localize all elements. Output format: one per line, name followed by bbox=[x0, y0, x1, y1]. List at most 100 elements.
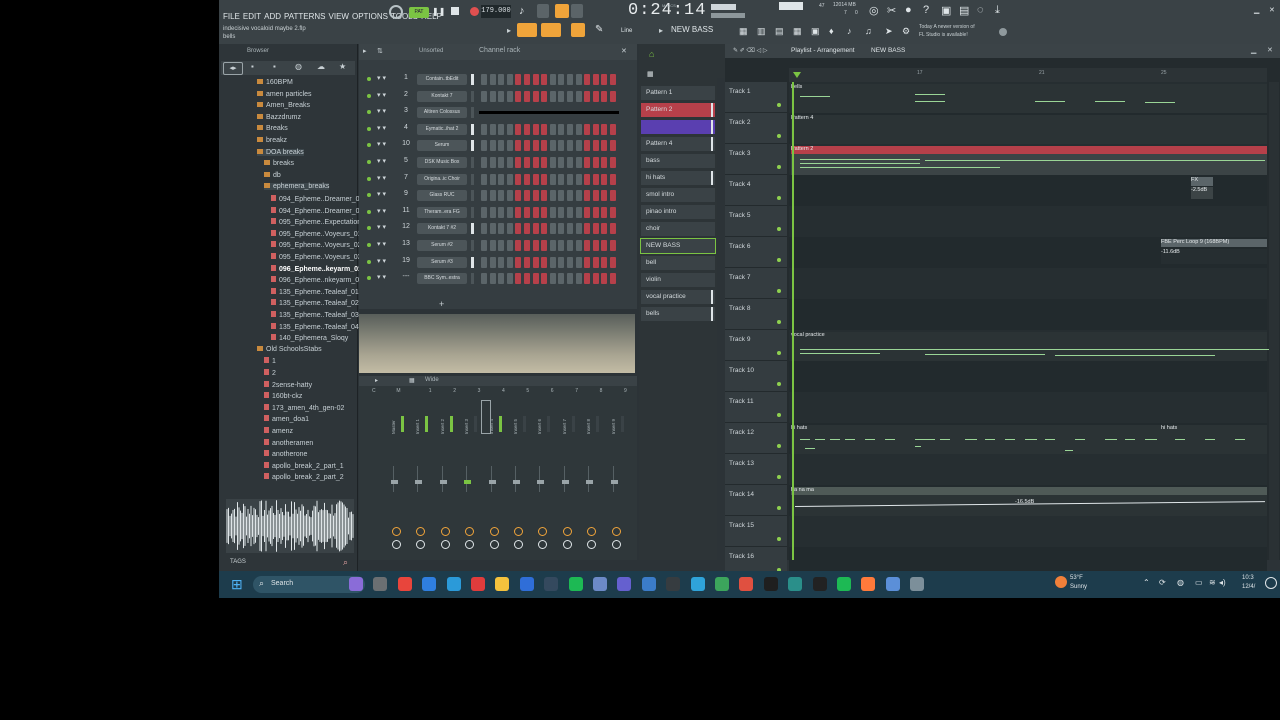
pattern-item[interactable]: Pattern 1 bbox=[641, 86, 715, 100]
step-button[interactable] bbox=[610, 223, 616, 235]
menu-add[interactable]: ADD bbox=[264, 12, 281, 21]
channel-row[interactable]: ▾ ▾ 3 Altiren Colossus bbox=[359, 106, 637, 120]
browser-file[interactable]: 173_amen_4th_gen-02 bbox=[264, 403, 344, 412]
volume-fader[interactable] bbox=[488, 466, 502, 492]
step-button[interactable] bbox=[524, 190, 530, 202]
browser-folder[interactable]: amen particles bbox=[257, 90, 312, 98]
channel-select[interactable] bbox=[471, 140, 474, 152]
send-knob-icon[interactable] bbox=[489, 527, 499, 536]
track-header[interactable]: Track 13 bbox=[725, 454, 787, 485]
step-button[interactable] bbox=[489, 190, 496, 202]
mixer-view-label[interactable]: Wide bbox=[425, 377, 439, 383]
track-mute-led[interactable] bbox=[777, 320, 781, 324]
browser-file[interactable]: 095_Epheme..Voyeurs_01 bbox=[271, 229, 362, 238]
browser-file[interactable]: 135_Epheme..Tealeaf_02 bbox=[271, 299, 359, 307]
record-icon[interactable] bbox=[470, 7, 479, 16]
step-button[interactable] bbox=[549, 140, 556, 152]
mixer-strip[interactable]: Insert 8 bbox=[584, 402, 604, 552]
send-knob-icon[interactable] bbox=[514, 527, 523, 536]
play-icon[interactable]: ❚❚ bbox=[432, 7, 445, 17]
step-button[interactable] bbox=[601, 273, 608, 285]
channel-mixer-track[interactable]: 9 bbox=[399, 190, 413, 197]
channel-knobs-icon[interactable]: ▾ ▾ bbox=[377, 140, 386, 148]
channel-select[interactable] bbox=[471, 206, 474, 218]
step-button[interactable] bbox=[610, 240, 616, 251]
step-button[interactable] bbox=[481, 74, 487, 85]
step-button[interactable] bbox=[506, 90, 513, 102]
stereo-knob-icon[interactable] bbox=[562, 540, 572, 549]
track-mute-led[interactable] bbox=[777, 537, 781, 541]
channel-row[interactable]: ▾ ▾ 4 Eymatic..ihat 2 bbox=[359, 123, 637, 137]
stereo-knob-icon[interactable] bbox=[514, 540, 523, 549]
rack-arrow-icon[interactable]: ⇅ bbox=[377, 47, 383, 55]
step-button[interactable] bbox=[592, 190, 599, 202]
channel-knobs-icon[interactable]: ▾ ▾ bbox=[377, 190, 386, 198]
mixer-arrow-icon[interactable]: ▸ bbox=[375, 377, 378, 384]
step-button[interactable] bbox=[592, 223, 599, 235]
channel-name-button[interactable]: Kontakt 7 #2 bbox=[417, 223, 467, 235]
step-button[interactable] bbox=[575, 240, 582, 251]
volume-fader[interactable] bbox=[561, 466, 575, 492]
taskbar-app-icon[interactable] bbox=[885, 577, 900, 591]
step-button[interactable] bbox=[532, 206, 539, 218]
step-button[interactable] bbox=[541, 140, 548, 152]
fader-cap[interactable] bbox=[391, 480, 398, 484]
browser-file[interactable]: 094_Epheme..Dreamer_02 bbox=[271, 206, 363, 215]
step-button[interactable] bbox=[532, 157, 539, 168]
channel-row[interactable]: ▾ ▾ 5 DSK Music Box bbox=[359, 156, 637, 170]
step-button[interactable] bbox=[489, 240, 496, 251]
send-knob-icon[interactable] bbox=[440, 527, 450, 536]
channel-knobs-icon[interactable]: ▾ ▾ bbox=[377, 257, 386, 265]
playlist-tools-icon[interactable]: ✎ ✐ ⌫ ◁ ▷ bbox=[733, 47, 767, 54]
chat-icon[interactable]: ◌ bbox=[977, 4, 984, 16]
channel-select[interactable] bbox=[471, 173, 474, 185]
step-button[interactable] bbox=[567, 74, 573, 85]
step-button[interactable] bbox=[506, 157, 513, 168]
channel-row[interactable]: ▾ ▾ --- BBC Sym..estra bbox=[359, 272, 637, 286]
browser-file[interactable]: amen_doa1 bbox=[264, 415, 309, 423]
browser-folder[interactable]: db bbox=[264, 171, 281, 179]
stop-icon[interactable] bbox=[451, 7, 459, 15]
step-button[interactable] bbox=[584, 173, 591, 185]
master-pitch-slider[interactable] bbox=[711, 13, 745, 18]
step-button[interactable] bbox=[584, 240, 591, 251]
step-button[interactable] bbox=[558, 206, 565, 218]
step-button[interactable] bbox=[601, 173, 608, 185]
snap-icon[interactable] bbox=[517, 23, 537, 37]
pattern-item[interactable]: vocal practice bbox=[641, 290, 715, 304]
send-knob-icon[interactable] bbox=[465, 527, 475, 536]
step-button[interactable] bbox=[549, 256, 556, 268]
save-icon[interactable]: ▣ bbox=[941, 4, 951, 17]
step-button[interactable] bbox=[549, 206, 556, 218]
step-button[interactable] bbox=[549, 90, 556, 102]
taskbar-app-icon[interactable] bbox=[715, 577, 729, 591]
step-button[interactable] bbox=[498, 240, 505, 251]
channel-select[interactable] bbox=[471, 240, 474, 251]
clip-pattern-2[interactable]: Pattern 2 bbox=[791, 146, 1267, 154]
step-button[interactable] bbox=[524, 74, 530, 85]
step-button[interactable] bbox=[481, 140, 487, 152]
step-button[interactable] bbox=[558, 190, 565, 202]
step-button[interactable] bbox=[567, 123, 573, 135]
channel-row[interactable]: ▾ ▾ 10 Serum bbox=[359, 139, 637, 153]
step-button[interactable] bbox=[532, 123, 539, 135]
step-button[interactable] bbox=[601, 240, 608, 251]
step-button[interactable] bbox=[592, 206, 599, 218]
channel-mute-led[interactable] bbox=[367, 77, 371, 81]
step-button[interactable] bbox=[610, 123, 616, 135]
channel-mute-led[interactable] bbox=[367, 176, 371, 181]
step-button[interactable] bbox=[515, 240, 522, 251]
taskbar-app-icon[interactable] bbox=[471, 577, 485, 591]
channel-name-button[interactable]: Contain..tbEdit bbox=[417, 74, 467, 85]
track-mute-led[interactable] bbox=[777, 475, 781, 479]
step-button[interactable] bbox=[610, 74, 616, 85]
step-button[interactable] bbox=[481, 206, 487, 218]
channel-select[interactable] bbox=[471, 123, 474, 135]
channel-name-button[interactable]: Glass RUC bbox=[417, 190, 467, 202]
step-button[interactable] bbox=[532, 223, 539, 235]
step-button[interactable] bbox=[498, 223, 505, 235]
brush-icon[interactable]: ✎ bbox=[595, 24, 603, 35]
step-button[interactable] bbox=[549, 173, 556, 185]
channel-row[interactable]: ▾ ▾ 9 Glass RUC bbox=[359, 189, 637, 203]
channel-mute-led[interactable] bbox=[367, 209, 371, 214]
